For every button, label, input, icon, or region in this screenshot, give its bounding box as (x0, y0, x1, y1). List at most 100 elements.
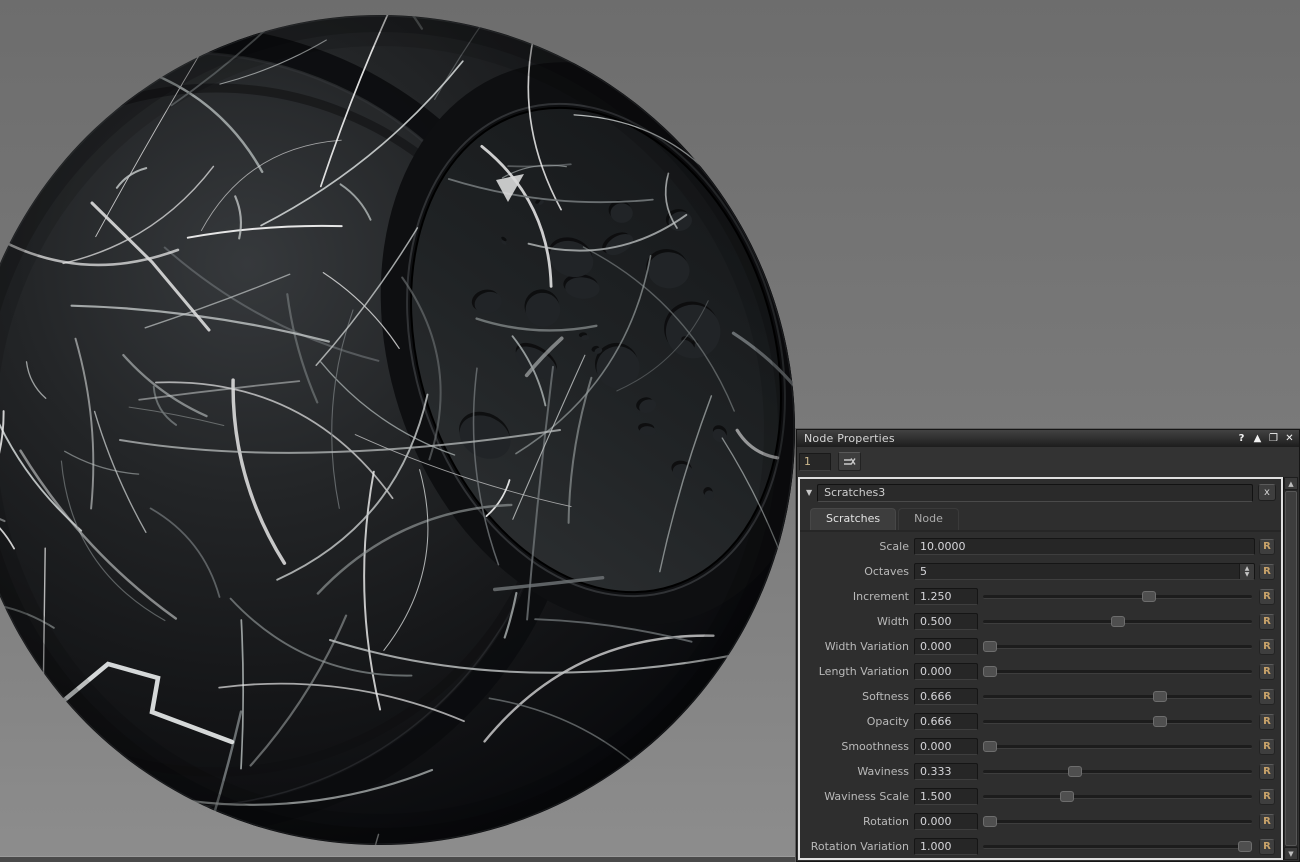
help-icon[interactable]: ? (1235, 431, 1248, 446)
spinner-arrows-icon[interactable]: ▲ ▼ (1239, 564, 1254, 579)
parameter-list: Scale 10.0000 R Octaves 5 ▲ ▼ R Incremen… (800, 534, 1281, 859)
item-count-field[interactable]: 1 (799, 452, 831, 471)
parameter-value: 0.666 (920, 715, 952, 728)
parameter-label: Scale (879, 540, 909, 553)
parameter-row: Waviness Scale 1.500 R (800, 784, 1281, 809)
parameter-slider[interactable] (983, 688, 1252, 705)
reset-button[interactable]: R (1259, 713, 1275, 730)
panel-toolbar: 1 (797, 447, 1299, 476)
parameter-value-field[interactable]: 5 ▲ ▼ (914, 563, 1255, 580)
slider-thumb[interactable] (1142, 591, 1157, 602)
parameter-slider[interactable] (983, 838, 1252, 855)
parameter-row: Width 0.500 R (800, 609, 1281, 634)
parameter-value: 1.250 (920, 590, 952, 603)
reset-button[interactable]: R (1259, 563, 1275, 580)
parameter-slider[interactable] (983, 813, 1252, 830)
parameter-row: Waviness 0.333 R (800, 759, 1281, 784)
parameter-row: Rotation 0.000 R (800, 809, 1281, 834)
remove-node-button[interactable]: x (1258, 484, 1276, 501)
parameter-slider[interactable] (983, 788, 1252, 805)
reset-button[interactable]: R (1259, 838, 1275, 855)
parameter-value-field[interactable]: 0.333 (914, 763, 978, 780)
slider-thumb[interactable] (1152, 691, 1167, 702)
reset-button[interactable]: R (1259, 613, 1275, 630)
reset-button[interactable]: R (1259, 813, 1275, 830)
parameter-value-field[interactable]: 0.500 (914, 613, 978, 630)
reset-button[interactable]: R (1259, 763, 1275, 780)
parameter-label: Increment (852, 590, 909, 603)
parameter-value: 0.000 (920, 740, 952, 753)
parameter-value: 1.500 (920, 790, 952, 803)
parameter-slider[interactable] (983, 663, 1252, 680)
parameter-slider[interactable] (983, 763, 1252, 780)
parameter-value: 0.000 (920, 815, 952, 828)
close-icon[interactable]: ✕ (1283, 431, 1296, 446)
reset-button[interactable]: R (1259, 688, 1275, 705)
reset-button[interactable]: R (1259, 738, 1275, 755)
parameter-value: 0.666 (920, 690, 952, 703)
slider-track (983, 745, 1252, 749)
reset-button[interactable]: R (1259, 538, 1275, 555)
parameter-value-field[interactable]: 0.000 (914, 663, 978, 680)
sync-button[interactable] (838, 452, 861, 471)
node-name-field[interactable]: Scratches3 (817, 483, 1253, 502)
parameter-slider[interactable] (983, 713, 1252, 730)
slider-track (983, 645, 1252, 649)
slider-track (983, 720, 1252, 724)
tab-scratches[interactable]: Scratches (810, 508, 897, 530)
slider-thumb[interactable] (983, 666, 997, 677)
parameter-value: 1.000 (920, 840, 952, 853)
slider-track (983, 595, 1252, 599)
parameter-row: Softness 0.666 R (800, 684, 1281, 709)
parameter-label: Waviness Scale (824, 790, 909, 803)
parameter-label: Waviness (857, 765, 909, 778)
parameter-value-field[interactable]: 10.0000 (914, 538, 1255, 555)
scroll-down-icon[interactable]: ▼ (1284, 847, 1298, 860)
reset-button[interactable]: R (1259, 638, 1275, 655)
parameter-label: Width Variation (824, 640, 909, 653)
restore-icon[interactable]: ❐ (1267, 431, 1280, 446)
pin-icon[interactable]: ▲ (1251, 431, 1264, 446)
parameter-value: 10.0000 (920, 540, 966, 553)
parameter-slider[interactable] (983, 638, 1252, 655)
parameter-label: Length Variation (818, 665, 909, 678)
parameter-row: Opacity 0.666 R (800, 709, 1281, 734)
parameter-value-field[interactable]: 0.666 (914, 688, 978, 705)
parameter-slider[interactable] (983, 738, 1252, 755)
tab-node[interactable]: Node (898, 508, 959, 530)
parameter-value-field[interactable]: 0.666 (914, 713, 978, 730)
scroll-up-icon[interactable]: ▲ (1284, 477, 1298, 490)
parameter-slider[interactable] (983, 613, 1252, 630)
slider-thumb[interactable] (983, 741, 997, 752)
sync-icon (844, 457, 856, 465)
slider-thumb[interactable] (1067, 766, 1082, 777)
reset-button[interactable]: R (1259, 663, 1275, 680)
parameter-value-field[interactable]: 0.000 (914, 813, 978, 830)
parameter-row: Octaves 5 ▲ ▼ R (800, 559, 1281, 584)
parameter-value: 0.000 (920, 665, 952, 678)
slider-thumb[interactable] (1110, 616, 1125, 627)
panel-titlebar[interactable]: Node Properties ? ▲ ❐ ✕ (797, 430, 1299, 447)
panel-title: Node Properties (804, 432, 895, 445)
parameter-label: Width (877, 615, 909, 628)
parameter-value-field[interactable]: 0.000 (914, 738, 978, 755)
slider-track (983, 795, 1252, 799)
slider-thumb[interactable] (983, 816, 997, 827)
reset-button[interactable]: R (1259, 788, 1275, 805)
slider-thumb[interactable] (1152, 716, 1167, 727)
parameter-value-field[interactable]: 0.000 (914, 638, 978, 655)
parameter-value-field[interactable]: 1.500 (914, 788, 978, 805)
parameter-label: Smoothness (841, 740, 909, 753)
slider-thumb[interactable] (1059, 791, 1074, 802)
reset-button[interactable]: R (1259, 588, 1275, 605)
parameter-value-field[interactable]: 1.000 (914, 838, 978, 855)
parameter-row: Increment 1.250 R (800, 584, 1281, 609)
panel-scrollbar[interactable]: ▲ ▼ (1283, 477, 1298, 860)
scrollbar-thumb[interactable] (1285, 491, 1297, 846)
collapse-arrow-icon[interactable]: ▼ (806, 488, 812, 497)
slider-thumb[interactable] (983, 641, 997, 652)
slider-track (983, 770, 1252, 774)
parameter-slider[interactable] (983, 588, 1252, 605)
parameter-value-field[interactable]: 1.250 (914, 588, 978, 605)
slider-thumb[interactable] (1238, 841, 1252, 852)
